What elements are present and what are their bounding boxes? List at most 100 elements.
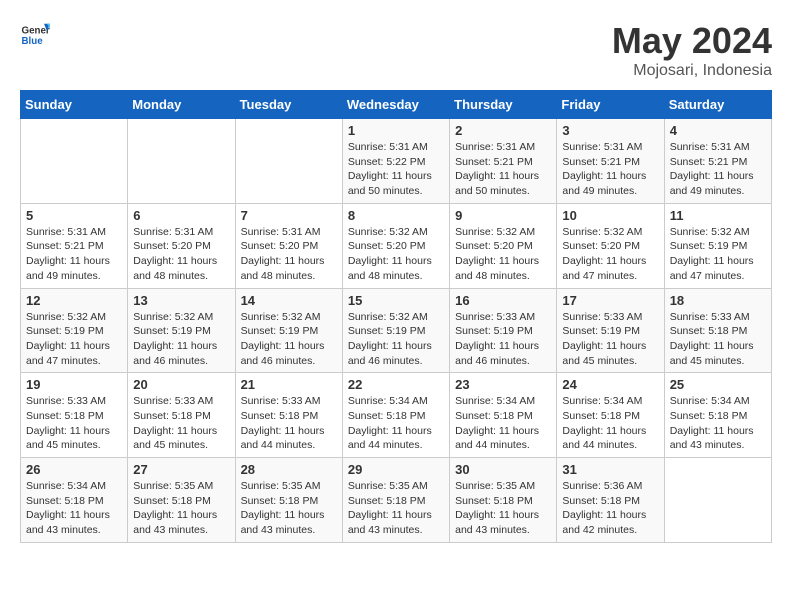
calendar-table: SundayMondayTuesdayWednesdayThursdayFrid…: [20, 90, 772, 543]
cell-content: Sunrise: 5:31 AMSunset: 5:21 PMDaylight:…: [670, 140, 766, 199]
calendar-cell: 17 Sunrise: 5:33 AMSunset: 5:19 PMDayligh…: [557, 288, 664, 373]
day-number: 22: [348, 377, 444, 392]
cell-content: Sunrise: 5:32 AMSunset: 5:19 PMDaylight:…: [133, 310, 229, 369]
cell-content: Sunrise: 5:33 AMSunset: 5:19 PMDaylight:…: [455, 310, 551, 369]
calendar-cell: 31 Sunrise: 5:36 AMSunset: 5:18 PMDayligh…: [557, 458, 664, 543]
day-number: 18: [670, 293, 766, 308]
calendar-cell: 13 Sunrise: 5:32 AMSunset: 5:19 PMDayligh…: [128, 288, 235, 373]
weekday-header: Monday: [128, 91, 235, 119]
calendar-cell: 3 Sunrise: 5:31 AMSunset: 5:21 PMDaylight…: [557, 119, 664, 204]
calendar-cell: 27 Sunrise: 5:35 AMSunset: 5:18 PMDayligh…: [128, 458, 235, 543]
calendar-cell: 22 Sunrise: 5:34 AMSunset: 5:18 PMDayligh…: [342, 373, 449, 458]
cell-content: Sunrise: 5:31 AMSunset: 5:21 PMDaylight:…: [455, 140, 551, 199]
cell-content: Sunrise: 5:33 AMSunset: 5:18 PMDaylight:…: [241, 394, 337, 453]
cell-content: Sunrise: 5:31 AMSunset: 5:22 PMDaylight:…: [348, 140, 444, 199]
day-number: 8: [348, 208, 444, 223]
cell-content: Sunrise: 5:32 AMSunset: 5:20 PMDaylight:…: [348, 225, 444, 284]
day-number: 3: [562, 123, 658, 138]
month-title: May 2024: [612, 20, 772, 62]
weekday-header-row: SundayMondayTuesdayWednesdayThursdayFrid…: [21, 91, 772, 119]
calendar-cell: 25 Sunrise: 5:34 AMSunset: 5:18 PMDayligh…: [664, 373, 771, 458]
calendar-cell: 12Sunrise: 5:32 AMSunset: 5:19 PMDayligh…: [21, 288, 128, 373]
cell-content: Sunrise: 5:35 AMSunset: 5:18 PMDaylight:…: [133, 479, 229, 538]
logo-icon: General Blue: [20, 20, 50, 50]
day-number: 13: [133, 293, 229, 308]
calendar-cell: 30 Sunrise: 5:35 AMSunset: 5:18 PMDayligh…: [450, 458, 557, 543]
day-number: 24: [562, 377, 658, 392]
calendar-cell: 16 Sunrise: 5:33 AMSunset: 5:19 PMDayligh…: [450, 288, 557, 373]
weekday-header: Saturday: [664, 91, 771, 119]
weekday-header: Friday: [557, 91, 664, 119]
calendar-cell: 18Sunrise: 5:33 AMSunset: 5:18 PMDayligh…: [664, 288, 771, 373]
day-number: 30: [455, 462, 551, 477]
location-title: Mojosari, Indonesia: [612, 62, 772, 80]
cell-content: Sunrise: 5:35 AMSunset: 5:18 PMDaylight:…: [348, 479, 444, 538]
calendar-cell: 28 Sunrise: 5:35 AMSunset: 5:18 PMDayligh…: [235, 458, 342, 543]
cell-content: Sunrise: 5:34 AMSunset: 5:18 PMDaylight:…: [455, 394, 551, 453]
cell-content: Sunrise: 5:33 AMSunset: 5:18 PMDaylight:…: [26, 394, 122, 453]
calendar-cell: 11 Sunrise: 5:32 AMSunset: 5:19 PMDayligh…: [664, 203, 771, 288]
calendar-cell: 4Sunrise: 5:31 AMSunset: 5:21 PMDaylight…: [664, 119, 771, 204]
day-number: 17: [562, 293, 658, 308]
day-number: 12: [26, 293, 122, 308]
cell-content: Sunrise: 5:34 AMSunset: 5:18 PMDaylight:…: [670, 394, 766, 453]
calendar-cell: 8 Sunrise: 5:32 AMSunset: 5:20 PMDaylight…: [342, 203, 449, 288]
calendar-week-row: 26Sunrise: 5:34 AMSunset: 5:18 PMDayligh…: [21, 458, 772, 543]
cell-content: Sunrise: 5:32 AMSunset: 5:20 PMDaylight:…: [455, 225, 551, 284]
day-number: 10: [562, 208, 658, 223]
calendar-week-row: 19 Sunrise: 5:33 AMSunset: 5:18 PMDayligh…: [21, 373, 772, 458]
cell-content: Sunrise: 5:35 AMSunset: 5:18 PMDaylight:…: [241, 479, 337, 538]
day-number: 28: [241, 462, 337, 477]
calendar-cell: 10 Sunrise: 5:32 AMSunset: 5:20 PMDayligh…: [557, 203, 664, 288]
calendar-cell: 5Sunrise: 5:31 AMSunset: 5:21 PMDaylight…: [21, 203, 128, 288]
cell-content: Sunrise: 5:31 AMSunset: 5:21 PMDaylight:…: [562, 140, 658, 199]
title-area: May 2024 Mojosari, Indonesia: [612, 20, 772, 80]
cell-content: Sunrise: 5:36 AMSunset: 5:18 PMDaylight:…: [562, 479, 658, 538]
weekday-header: Thursday: [450, 91, 557, 119]
day-number: 21: [241, 377, 337, 392]
cell-content: Sunrise: 5:31 AMSunset: 5:21 PMDaylight:…: [26, 225, 122, 284]
day-number: 14: [241, 293, 337, 308]
day-number: 20: [133, 377, 229, 392]
calendar-cell: [235, 119, 342, 204]
calendar-cell: 1 Sunrise: 5:31 AMSunset: 5:22 PMDaylight…: [342, 119, 449, 204]
cell-content: Sunrise: 5:32 AMSunset: 5:19 PMDaylight:…: [670, 225, 766, 284]
cell-content: Sunrise: 5:31 AMSunset: 5:20 PMDaylight:…: [241, 225, 337, 284]
logo: General Blue: [20, 20, 50, 50]
day-number: 15: [348, 293, 444, 308]
cell-content: Sunrise: 5:33 AMSunset: 5:19 PMDaylight:…: [562, 310, 658, 369]
cell-content: Sunrise: 5:34 AMSunset: 5:18 PMDaylight:…: [348, 394, 444, 453]
weekday-header: Tuesday: [235, 91, 342, 119]
day-number: 26: [26, 462, 122, 477]
calendar-week-row: 5Sunrise: 5:31 AMSunset: 5:21 PMDaylight…: [21, 203, 772, 288]
cell-content: Sunrise: 5:35 AMSunset: 5:18 PMDaylight:…: [455, 479, 551, 538]
calendar-week-row: 12 Sunrise: 5:32 AMSunset: 5:19 PMDayligh…: [21, 288, 772, 373]
day-number: 2: [455, 123, 551, 138]
day-number: 16: [455, 293, 551, 308]
day-number: 19: [26, 377, 122, 392]
cell-content: Sunrise: 5:33 AMSunset: 5:18 PMDaylight:…: [133, 394, 229, 453]
day-number: 1: [348, 123, 444, 138]
calendar-cell: 29Sunrise: 5:35 AMSunset: 5:18 PMDayligh…: [342, 458, 449, 543]
day-number: 31: [562, 462, 658, 477]
calendar-cell: 2 Sunrise: 5:31 AMSunset: 5:21 PMDaylight…: [450, 119, 557, 204]
day-number: 11: [670, 208, 766, 223]
calendar-week-row: 1 Sunrise: 5:31 AMSunset: 5:22 PMDaylight…: [21, 119, 772, 204]
calendar-cell: 24 Sunrise: 5:34 AMSunset: 5:18 PMDayligh…: [557, 373, 664, 458]
cell-content: Sunrise: 5:34 AMSunset: 5:18 PMDaylight:…: [562, 394, 658, 453]
svg-text:Blue: Blue: [22, 36, 44, 47]
calendar-cell: 20 Sunrise: 5:33 AMSunset: 5:18 PMDayligh…: [128, 373, 235, 458]
calendar-cell: 21 Sunrise: 5:33 AMSunset: 5:18 PMDayligh…: [235, 373, 342, 458]
day-number: 25: [670, 377, 766, 392]
cell-content: Sunrise: 5:32 AMSunset: 5:19 PMDaylight:…: [241, 310, 337, 369]
calendar-cell: 7Sunrise: 5:31 AMSunset: 5:20 PMDaylight…: [235, 203, 342, 288]
cell-content: Sunrise: 5:31 AMSunset: 5:20 PMDaylight:…: [133, 225, 229, 284]
cell-content: Sunrise: 5:32 AMSunset: 5:20 PMDaylight:…: [562, 225, 658, 284]
cell-content: Sunrise: 5:32 AMSunset: 5:19 PMDaylight:…: [348, 310, 444, 369]
weekday-header: Sunday: [21, 91, 128, 119]
day-number: 6: [133, 208, 229, 223]
day-number: 27: [133, 462, 229, 477]
calendar-cell: 23Sunrise: 5:34 AMSunset: 5:18 PMDayligh…: [450, 373, 557, 458]
calendar-cell: 14 Sunrise: 5:32 AMSunset: 5:19 PMDayligh…: [235, 288, 342, 373]
calendar-cell: 19 Sunrise: 5:33 AMSunset: 5:18 PMDayligh…: [21, 373, 128, 458]
